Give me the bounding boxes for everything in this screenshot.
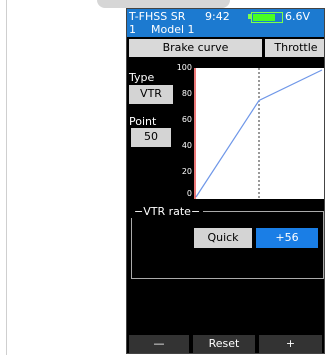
y-tick-label: 20 <box>181 167 192 176</box>
battery-level-fill <box>253 14 275 21</box>
brake-curve-graph[interactable] <box>194 68 324 199</box>
increment-button[interactable]: + <box>259 335 322 353</box>
point-label: Point <box>129 115 157 128</box>
clock: 9:42 <box>205 10 230 23</box>
device-top-bezel <box>97 0 230 8</box>
vtr-rate-title-text: VTR rate <box>143 205 191 218</box>
left-divider <box>6 0 7 355</box>
tab-throttle[interactable]: Throttle <box>265 39 324 57</box>
vtr-rate-dash: − <box>134 205 144 218</box>
y-tick-label: 80 <box>181 89 192 98</box>
type-value-button[interactable]: VTR <box>129 85 173 104</box>
point-value-button[interactable]: 50 <box>131 128 171 147</box>
battery-tip <box>248 14 251 19</box>
battery-icon <box>251 12 283 23</box>
vtr-rate-value[interactable]: +56 <box>256 228 318 248</box>
vtr-rate-dash: − <box>190 205 201 218</box>
system-label: T-FHSS SR <box>129 10 186 23</box>
y-tick-label: 0 <box>186 189 192 198</box>
model-name: Model 1 <box>151 23 195 36</box>
vtr-rate-title: −VTR rate− <box>131 205 204 218</box>
reset-button[interactable]: Reset <box>193 335 255 353</box>
decrement-button[interactable]: — <box>129 335 189 353</box>
voltage-readout: 6.6V <box>285 10 311 23</box>
status-bar: T-FHSS SR 9:42 6.6V 1 Model 1 <box>127 9 324 37</box>
y-tick-label: 100 <box>176 63 192 72</box>
transmitter-screen: T-FHSS SR 9:42 6.6V 1 Model 1 Brake curv… <box>126 8 325 354</box>
y-tick-label: 40 <box>181 141 192 150</box>
y-tick-label: 60 <box>181 115 192 124</box>
model-number: 1 <box>129 23 136 36</box>
footer-bar: — Reset + <box>127 335 324 353</box>
type-label: Type <box>129 71 155 84</box>
curve-plot <box>194 68 323 199</box>
model-label: 1 Model 1 <box>129 23 195 36</box>
tab-brake-curve[interactable]: Brake curve <box>129 39 262 57</box>
quick-mode-button[interactable]: Quick <box>194 228 252 248</box>
